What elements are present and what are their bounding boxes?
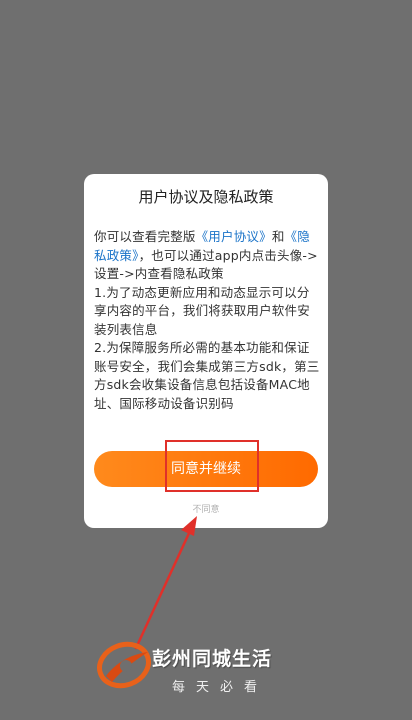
intro-prefix: 你可以查看完整版 — [94, 229, 196, 244]
privacy-dialog: 用户协议及隐私政策 你可以查看完整版《用户协议》和《隐私政策》，也可以通过app… — [84, 174, 328, 528]
user-agreement-link[interactable]: 《用户协议》 — [196, 229, 272, 244]
intro-and: 和 — [271, 229, 285, 244]
intro-paragraph: 你可以查看完整版《用户协议》和《隐私政策》，也可以通过app内点击头像->设置-… — [94, 228, 320, 284]
disagree-link[interactable]: 不同意 — [84, 502, 328, 515]
dialog-title: 用户协议及隐私政策 — [138, 188, 274, 206]
brand-swirl-icon — [97, 641, 151, 689]
watermark-slogan: 每天必看 — [172, 680, 269, 695]
policy-item-2: 2.为保障服务所必需的基本功能和保证账号安全，我们会集成第三方sdk，第三方sd… — [94, 340, 320, 411]
watermark-logo: 彭州同城生活 每天必看 — [96, 636, 326, 702]
agree-continue-button[interactable]: 同意并继续 — [94, 451, 318, 487]
dialog-content: 你可以查看完整版《用户协议》和《隐私政策》，也可以通过app内点击头像->设置-… — [94, 228, 320, 440]
policy-item-1: 1.为了动态更新应用和动态显示可以分享内容的平台，我们将获取用户软件安装列表信息 — [94, 284, 310, 337]
watermark-brand-name: 彭州同城生活 — [152, 648, 273, 670]
